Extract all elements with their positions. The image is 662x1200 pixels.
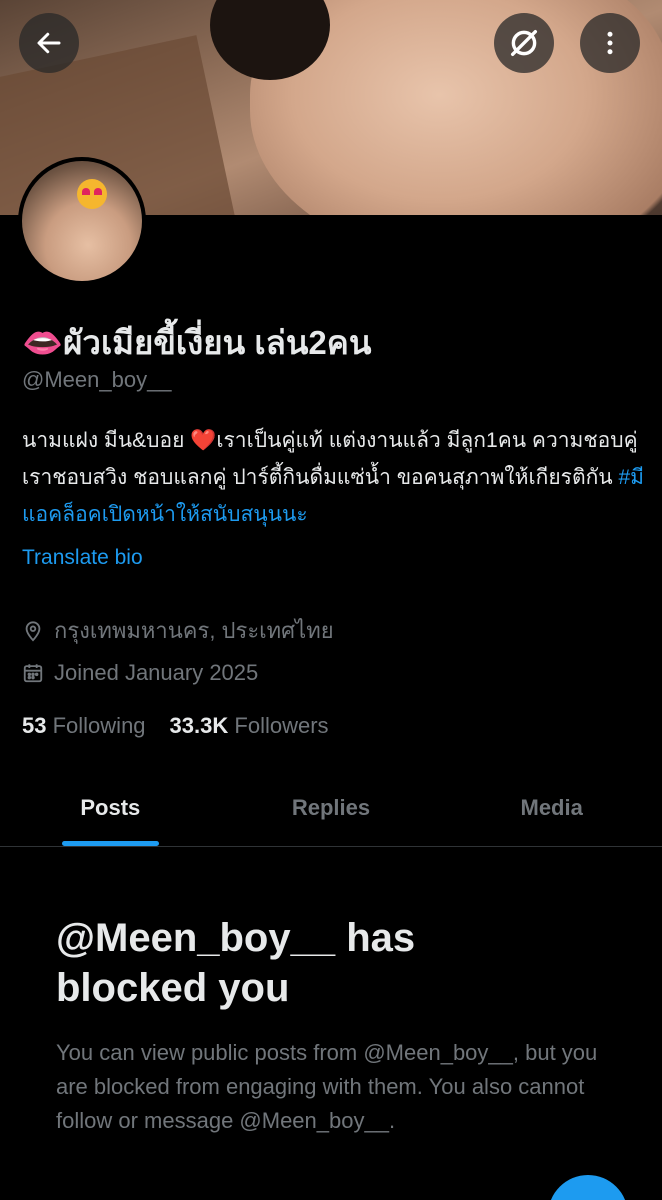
location-pin-icon (25, 620, 41, 641)
followers-link[interactable]: 33.3K Followers (170, 713, 329, 738)
tab-replies[interactable]: Replies (221, 770, 442, 846)
avatar[interactable] (18, 157, 146, 285)
bio: นามแฝง มีน&บอย ❤️เราเป็นคู่แท้ แต่งงานแล… (22, 422, 652, 533)
joined-text: Joined January 2025 (54, 660, 259, 685)
display-name: 👄ผัวเมียขี้เงี่ยน เล่น2คน (22, 324, 372, 361)
location-text: กรุงเทพมหานคร, ประเทศไทย (54, 618, 334, 643)
tab-media[interactable]: Media (441, 770, 662, 846)
compose-fab-button[interactable] (548, 1175, 628, 1200)
bio-text: นามแฝง มีน&บอย ❤️เราเป็นคู่แท้ แต่งงานแล… (22, 429, 638, 489)
following-label: Following (52, 713, 146, 738)
more-vertical-icon (607, 31, 613, 55)
grok-icon (510, 29, 538, 57)
followers-label: Followers (234, 713, 329, 738)
blocked-title: @Meen_boy__ has blocked you (56, 916, 416, 1010)
location-row: กรุงเทพมหานคร, ประเทศไทย (22, 613, 334, 648)
avatar-photo (22, 161, 142, 281)
grok-button[interactable] (494, 13, 554, 73)
heart-eyes-emoji-icon (77, 179, 107, 209)
blocked-message: You can view public posts from @Meen_boy… (56, 1040, 598, 1133)
tab-posts[interactable]: Posts (0, 770, 221, 846)
profile-tabs: Posts Replies Media (0, 770, 662, 847)
joined-row: Joined January 2025 (22, 660, 258, 686)
arrow-left-icon (37, 32, 61, 54)
follow-stats: 53 Following 33.3K Followers (22, 713, 329, 739)
translate-bio-link[interactable]: Translate bio (22, 546, 143, 570)
followers-count: 33.3K (169, 713, 229, 738)
handle: @Meen_boy__ (22, 367, 172, 392)
back-button[interactable] (19, 13, 79, 73)
calendar-icon (23, 664, 43, 683)
following-link[interactable]: 53 Following (22, 713, 146, 738)
following-count: 53 (22, 713, 47, 738)
more-options-button[interactable] (580, 13, 640, 73)
